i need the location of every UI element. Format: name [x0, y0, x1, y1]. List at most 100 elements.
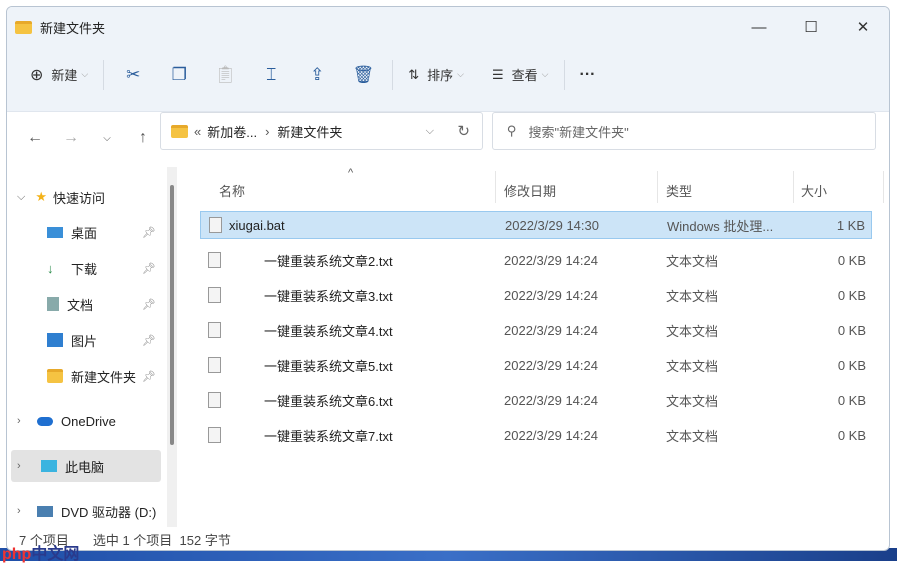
text-file-icon: [208, 287, 221, 303]
file-date: 2022/3/29 14:24: [504, 392, 598, 408]
folder-icon: [47, 369, 63, 383]
copy-icon: ❐: [171, 64, 187, 84]
file-row[interactable]: 一键重装系统文章3.txt 2022/3/29 14:24 文本文档 0 KB: [200, 281, 872, 309]
file-type: 文本文档: [666, 393, 719, 409]
sidebar-item-quick-access[interactable]: ⌵ ★ 快速访问: [7, 181, 162, 213]
file-row[interactable]: 一键重装系统文章6.txt 2022/3/29 14:24 文本文档 0 KB: [200, 386, 872, 414]
paste-button[interactable]: 📋︎: [202, 57, 248, 93]
sort-button[interactable]: ⇅ 排序 ⌵: [399, 57, 473, 93]
up-button[interactable]: ↑: [125, 129, 161, 147]
file-row[interactable]: 一键重装系统文章2.txt 2022/3/29 14:24 文本文档 0 KB: [200, 246, 872, 274]
column-header-name[interactable]: 名称: [219, 181, 245, 200]
file-size: 0 KB: [837, 427, 866, 443]
file-size: 0 KB: [837, 252, 866, 268]
chevron-down-icon: ⌵: [541, 69, 549, 79]
column-header-size[interactable]: 大小: [801, 181, 827, 200]
file-row[interactable]: 一键重装系统文章5.txt 2022/3/29 14:24 文本文档 0 KB: [200, 351, 872, 379]
computer-icon: [41, 460, 57, 472]
new-label: 新建: [51, 68, 78, 83]
pin-icon: 📌︎: [142, 334, 156, 347]
sidebar-label: 下载: [71, 261, 98, 277]
cut-button[interactable]: ✂: [110, 57, 156, 93]
address-dropdown-icon[interactable]: ⌵: [426, 125, 434, 138]
close-button[interactable]: ✕: [837, 7, 889, 47]
selection-info: 选中 1 个项目 152 字节: [92, 533, 231, 548]
file-explorer-window: 新建文件夹 — ☐ ✕ ⊕ 新建 ⌵ ✂ ❐ 📋︎ ⌶ ⇪ 🗑︎ ⇅ 排序 ⌵ ☰ 查看 ⌵…: [6, 6, 890, 551]
sidebar-item-pictures[interactable]: 图片 📌︎: [7, 324, 162, 356]
divider: [392, 59, 394, 90]
text-file-icon: [208, 322, 221, 338]
cloud-icon: [37, 416, 53, 426]
overflow-chevron[interactable]: «: [194, 124, 201, 139]
column-header-date[interactable]: 修改日期: [504, 181, 556, 200]
file-row[interactable]: xiugai.bat 2022/3/29 14:30 Windows 批处理..…: [200, 211, 872, 239]
delete-button[interactable]: 🗑︎: [340, 57, 386, 93]
text-file-icon: [208, 357, 221, 373]
file-row[interactable]: 一键重装系统文章7.txt 2022/3/29 14:24 文本文档 0 KB: [200, 421, 872, 449]
search-input[interactable]: ⚲ 搜索"新建文件夹": [492, 112, 876, 150]
file-name: 一键重装系统文章7.txt: [264, 428, 393, 444]
address-bar[interactable]: « 新加卷... › 新建文件夹 ⌵ ↻: [160, 112, 483, 150]
desktop-icon: [47, 226, 63, 238]
maximize-button[interactable]: ☐: [785, 7, 837, 47]
recent-locations-button[interactable]: ⌵: [89, 133, 125, 144]
refresh-icon[interactable]: ↻: [457, 122, 470, 140]
file-name: 一键重装系统文章5.txt: [264, 358, 393, 374]
file-name: 一键重装系统文章2.txt: [264, 253, 393, 269]
file-name: 一键重装系统文章4.txt: [264, 323, 393, 339]
navigation-pane: ⌵ ★ 快速访问 桌面 📌︎ ↓ 下载 📌︎ 文档 📌︎ 图片 📌︎ 新建文件夹 📌︎ › One…: [7, 167, 182, 527]
file-row[interactable]: 一键重装系统文章4.txt 2022/3/29 14:24 文本文档 0 KB: [200, 316, 872, 344]
sidebar-item-desktop[interactable]: 桌面 📌︎: [7, 216, 162, 248]
file-name: 一键重装系统文章6.txt: [264, 393, 393, 409]
file-name: 一键重装系统文章3.txt: [264, 288, 393, 304]
file-size: 1 KB: [836, 217, 865, 233]
file-date: 2022/3/29 14:30: [505, 217, 599, 233]
chevron-down-icon: ⌵: [457, 69, 464, 79]
rename-button[interactable]: ⌶: [248, 57, 294, 93]
view-icon: ☰: [492, 66, 504, 82]
sidebar-label: 文档: [67, 297, 94, 313]
file-type: Windows 批处理...: [667, 218, 774, 234]
watermark-logo: php中文网: [2, 546, 80, 563]
sidebar-item-documents[interactable]: 文档 📌︎: [7, 288, 162, 320]
file-name: xiugai.bat: [229, 217, 285, 233]
back-button[interactable]: ←: [17, 129, 53, 147]
sidebar-label: 快速访问: [53, 190, 106, 206]
file-size: 0 KB: [837, 357, 866, 373]
text-file-icon: [208, 392, 221, 408]
more-button[interactable]: ···: [571, 57, 605, 93]
copy-button[interactable]: ❐: [156, 57, 202, 93]
chevron-down-icon: ⌵: [81, 69, 89, 79]
new-button[interactable]: ⊕ 新建 ⌵: [21, 57, 97, 93]
sidebar-item-new-folder[interactable]: 新建文件夹 📌︎: [7, 360, 162, 392]
minimize-button[interactable]: —: [733, 7, 785, 47]
sort-ascending-icon: ^: [348, 167, 354, 179]
sidebar-item-this-pc[interactable]: › 此电脑: [11, 450, 161, 482]
download-icon: ↓: [47, 261, 54, 276]
file-date: 2022/3/29 14:24: [504, 287, 598, 303]
batch-file-icon: [209, 217, 222, 233]
forward-button[interactable]: →: [53, 129, 89, 147]
breadcrumb-segment[interactable]: 新建文件夹: [277, 122, 342, 141]
status-bar: 7 个项目 选中 1 个项目 152 字节: [7, 527, 889, 550]
breadcrumb-separator: ›: [265, 123, 270, 139]
sidebar-label: 此电脑: [65, 459, 105, 475]
file-type: 文本文档: [666, 288, 719, 304]
breadcrumb-segment[interactable]: 新加卷...: [207, 122, 257, 141]
share-button[interactable]: ⇪: [294, 57, 340, 93]
share-icon: ⇪: [310, 64, 325, 84]
file-date: 2022/3/29 14:24: [504, 252, 598, 268]
view-button[interactable]: ☰ 查看 ⌵: [483, 57, 558, 93]
sidebar-item-dvd-drive[interactable]: › DVD 驱动器 (D:): [7, 495, 162, 527]
file-date: 2022/3/29 14:24: [504, 357, 598, 373]
sidebar-item-onedrive[interactable]: › OneDrive: [7, 405, 162, 437]
search-icon: ⚲: [507, 123, 517, 138]
star-icon: ★: [35, 189, 47, 204]
document-icon: [47, 297, 59, 311]
scissors-icon: ✂: [126, 64, 141, 84]
column-header-type[interactable]: 类型: [666, 181, 692, 200]
sidebar-item-downloads[interactable]: ↓ 下载 📌︎: [7, 252, 162, 284]
rename-icon: ⌶: [266, 64, 277, 84]
divider: [563, 59, 565, 90]
file-size: 0 KB: [837, 287, 866, 303]
